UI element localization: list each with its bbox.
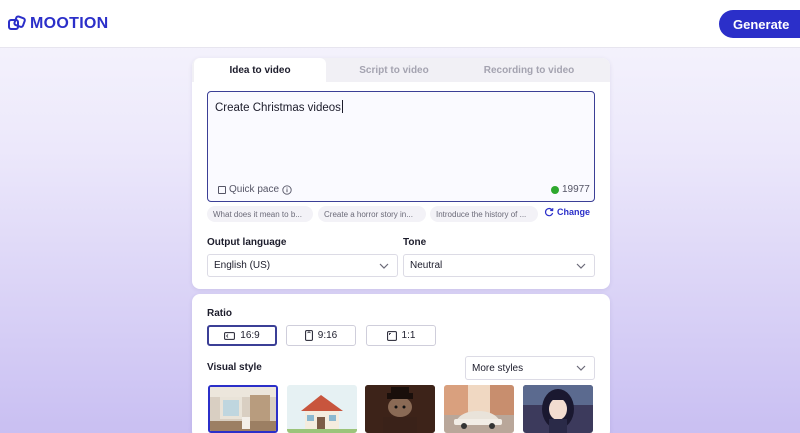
style-thumbnail-realistic[interactable] (208, 385, 278, 433)
more-styles-select[interactable]: More styles (465, 356, 595, 380)
prompt-text[interactable]: Create Christmas videos (215, 100, 343, 114)
vintage-car-image (444, 385, 514, 433)
ratio-1-1-button[interactable]: 1:1 (366, 325, 436, 346)
refresh-icon (544, 207, 554, 217)
suggestion-chip[interactable]: What does it mean to b... (207, 206, 313, 222)
ratio-16-9-label: 16:9 (240, 330, 260, 341)
chevron-down-icon (576, 263, 586, 269)
style-thumbnail-vintage[interactable] (444, 385, 514, 433)
quick-pace-checkbox[interactable] (218, 185, 226, 194)
quick-pace-toggle[interactable]: Quick pace (218, 184, 292, 195)
noir-animal-image (365, 385, 435, 433)
credits-value: 19977 (562, 184, 590, 195)
chevron-down-icon (576, 365, 586, 371)
chevron-down-icon (379, 263, 389, 269)
portrait-icon (304, 330, 313, 341)
ratio-1-1-label: 1:1 (401, 330, 416, 341)
ratio-9-16-button[interactable]: 9:16 (286, 325, 356, 346)
top-bar: MOOTION Generate (0, 0, 800, 48)
square-icon (386, 330, 397, 341)
cartoon-house-image (287, 385, 357, 433)
output-language-label: Output language (207, 237, 287, 248)
text-caret (341, 100, 343, 113)
tone-select[interactable]: Neutral (403, 254, 595, 277)
change-suggestions-button[interactable]: Change (544, 207, 590, 217)
tab-script-to-video[interactable]: Script to video (330, 58, 458, 82)
tab-idea-to-video[interactable]: Idea to video (194, 58, 326, 82)
mootion-logo-icon (8, 15, 26, 30)
ratio-16-9-button[interactable]: 16:9 (207, 325, 277, 346)
ratio-label: Ratio (207, 308, 232, 319)
tone-label: Tone (403, 237, 427, 248)
brand-name: MOOTION (30, 15, 109, 32)
output-language-select[interactable]: English (US) (207, 254, 398, 277)
generate-button[interactable]: Generate (719, 10, 800, 38)
landscape-icon (224, 331, 236, 340)
interior-image (210, 387, 276, 431)
anime-girl-image (523, 385, 593, 433)
suggestion-chip[interactable]: Introduce the history of ... (430, 206, 538, 222)
suggestion-chip[interactable]: Create a horror story in... (318, 206, 426, 222)
logo[interactable]: MOOTION (7, 12, 109, 36)
credit-status-icon (551, 185, 559, 194)
ratio-9-16-label: 9:16 (317, 330, 338, 341)
tone-value: Neutral (410, 260, 443, 271)
credits-counter: 19977 (551, 184, 590, 195)
info-icon[interactable] (282, 184, 292, 195)
change-label: Change (557, 207, 591, 217)
style-thumbnail-noir[interactable] (365, 385, 435, 433)
quick-pace-label: Quick pace (229, 184, 280, 195)
output-language-value: English (US) (214, 260, 271, 271)
style-thumbnail-cartoon[interactable] (287, 385, 357, 433)
visual-style-label: Visual style (207, 362, 262, 373)
more-styles-label: More styles (472, 362, 524, 374)
tab-recording-to-video[interactable]: Recording to video (462, 58, 596, 82)
style-thumbnail-anime[interactable] (523, 385, 593, 433)
